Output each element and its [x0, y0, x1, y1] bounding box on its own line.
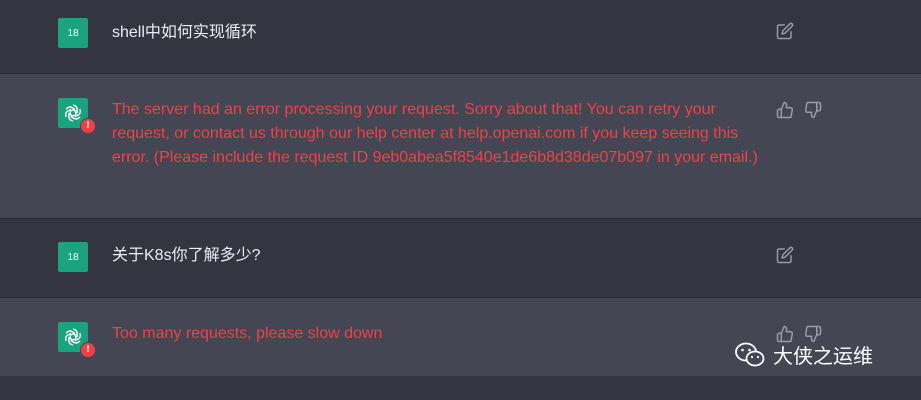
user-avatar: 18 [58, 242, 88, 272]
user-message-row-1: 18 shell中如何实现循环 [0, 0, 921, 73]
assistant-error-text: The server had an error processing your … [112, 101, 758, 166]
user-avatar-label: 18 [67, 251, 79, 263]
assistant-error-text: Too many requests, please slow down [112, 325, 383, 342]
error-badge: ! [80, 342, 96, 358]
user-avatar-label: 18 [67, 27, 79, 39]
thumbs-down-icon[interactable] [804, 101, 822, 119]
wechat-icon [735, 342, 765, 366]
user-message-text: 关于K8s你了解多少? [112, 247, 261, 264]
error-badge: ! [80, 118, 96, 134]
watermark-text: 大侠之运维 [773, 346, 873, 368]
edit-icon[interactable] [776, 22, 794, 40]
thumbs-up-icon[interactable] [776, 101, 794, 119]
user-avatar: 18 [58, 18, 88, 48]
edit-icon[interactable] [776, 246, 794, 264]
watermark: 大侠之运维 [735, 340, 873, 369]
user-message-text: shell中如何实现循环 [112, 24, 257, 41]
user-message-row-2: 18 关于K8s你了解多少? [0, 219, 921, 297]
assistant-message-row-1: ! The server had an error processing you… [0, 74, 921, 218]
